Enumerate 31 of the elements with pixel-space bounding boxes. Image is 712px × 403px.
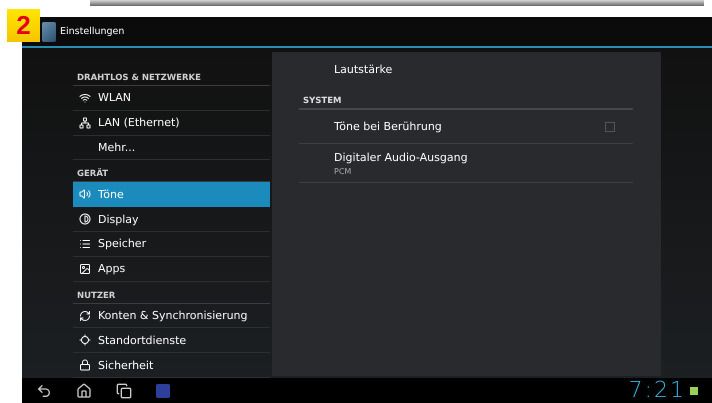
window-title: Einstellungen — [60, 26, 124, 37]
section-header: SYSTEM — [299, 86, 633, 110]
sidebar-item[interactable]: Apps — [73, 256, 270, 282]
sidebar-item[interactable]: Mehr... — [73, 136, 270, 160]
sidebar-item[interactable]: Standortdienste — [73, 328, 270, 354]
connection-icon — [690, 386, 698, 394]
sidebar-item[interactable]: Töne — [73, 182, 270, 208]
home-button[interactable] — [76, 382, 92, 398]
sidebar-item[interactable]: Speicher — [73, 232, 270, 257]
settings-row[interactable]: Digitaler Audio-Ausgang PCM — [299, 144, 633, 183]
sidebar-item[interactable]: Konten & Synchronisierung — [73, 304, 270, 328]
settings-row[interactable]: Töne bei Berührung — [299, 110, 633, 144]
sync-icon — [79, 310, 91, 322]
section-header: DRAHTLOS & NETZWERKE — [73, 64, 270, 86]
location-icon — [79, 334, 91, 346]
sidebar-item[interactable]: Display — [73, 207, 270, 232]
checkbox[interactable] — [605, 122, 615, 132]
recent-apps-button[interactable] — [116, 382, 132, 398]
sidebar-item[interactable]: LAN (Ethernet) — [73, 110, 270, 136]
section-header: NUTZER — [73, 282, 270, 304]
picture-icon — [79, 262, 91, 275]
sidebar-item[interactable]: WLAN — [73, 86, 270, 111]
contrast-icon — [79, 213, 91, 226]
back-button[interactable] — [36, 382, 52, 398]
lock-icon — [79, 359, 91, 372]
settings-app-icon — [42, 22, 56, 42]
step-number: 2 — [7, 9, 40, 42]
speaker-icon — [79, 188, 91, 200]
settings-row[interactable]: Lautstärke — [299, 52, 633, 86]
network-icon — [79, 116, 91, 129]
clock: 7:21 — [628, 378, 686, 403]
